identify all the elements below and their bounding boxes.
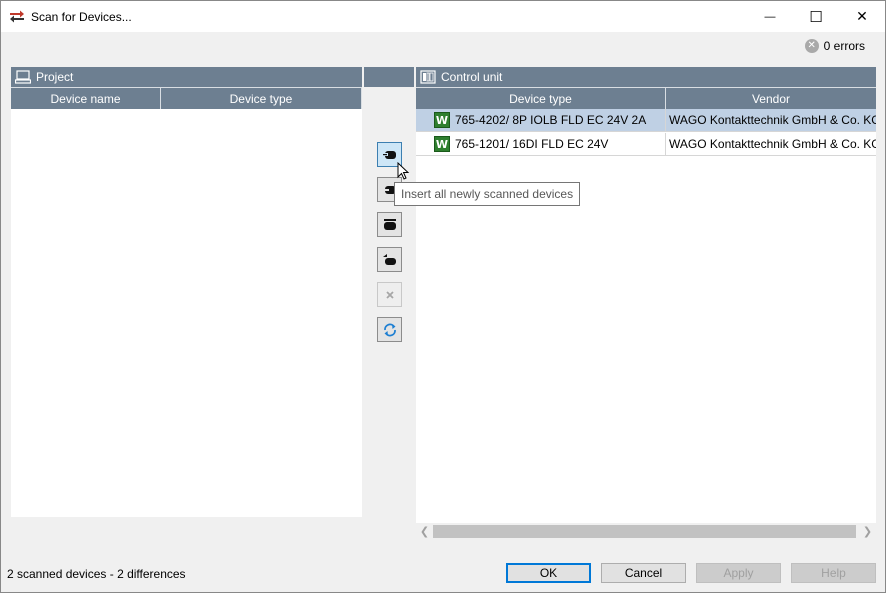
replace-icon [382,253,396,265]
control-unit-panel-title: Control unit [441,70,503,84]
column-header-label: Device name [50,91,121,106]
scroll-right-icon[interactable]: ❯ [859,523,876,540]
replace-button[interactable] [377,247,402,272]
control-unit-panel-header: Control unit [416,67,876,87]
table-row[interactable]: W 765-4202/ 8P IOLB FLD EC 24V 2A WAGO K… [416,109,876,132]
column-header-label: Device type [229,91,293,106]
refresh-button[interactable] [377,317,402,342]
horizontal-scrollbar[interactable]: ❮ ❯ [416,523,876,540]
column-header-label: Vendor [751,91,791,106]
device-type-cell: W 765-4202/ 8P IOLB FLD EC 24V 2A [416,109,666,131]
device-type-cell: W 765-1201/ 16DI FLD EC 24V [416,133,666,155]
project-panel-header: Project [11,67,362,87]
vendor-text: WAGO Kontakttechnik GmbH & Co. KG [669,137,876,151]
delete-icon [385,290,394,299]
column-header-device-name[interactable]: Device name [11,87,161,109]
close-button[interactable]: ✕ [839,1,885,32]
device-type-text: 765-1201/ 16DI FLD EC 24V [455,137,609,151]
project-panel-title: Project [36,70,74,84]
column-header-vendor[interactable]: Vendor [666,87,876,109]
status-text: 2 scanned devices - 2 differences [7,567,186,581]
apply-button[interactable]: Apply [696,563,781,583]
cancel-button[interactable]: Cancel [601,563,686,583]
vendor-text: WAGO Kontakttechnik GmbH & Co. KG [669,113,876,127]
mouse-cursor-icon [397,162,410,180]
vendor-cell: WAGO Kontakttechnik GmbH & Co. KG [666,109,876,131]
middle-header-spacer [364,67,414,87]
scan-devices-dialog: Scan for Devices... — ☐ ✕ ✕ 0 errors Pro… [0,0,886,593]
copy-all-button[interactable] [377,212,402,237]
copy-all-icon [383,218,396,230]
window-title: Scan for Devices... [31,10,132,24]
help-label: Help [821,566,846,580]
minimize-button[interactable]: — [747,1,793,32]
column-header-device-type[interactable]: Device type [416,87,666,109]
delete-button[interactable] [377,282,402,307]
scroll-left-icon[interactable]: ❮ [416,523,433,540]
title-bar: Scan for Devices... — ☐ ✕ [1,1,885,32]
wago-icon: W [434,136,450,152]
apply-label: Apply [723,566,754,580]
refresh-icon [383,323,396,336]
vendor-cell: WAGO Kontakttechnik GmbH & Co. KG [666,133,876,155]
column-header-device-type[interactable]: Device type [161,87,362,109]
ok-label: OK [539,566,558,580]
computer-icon [15,70,31,84]
tooltip-text: Insert all newly scanned devices [401,187,574,201]
errors-indicator[interactable]: ✕ 0 errors [804,38,865,54]
maximize-icon: ☐ [809,8,823,26]
maximize-button[interactable]: ☐ [793,1,839,32]
close-icon: ✕ [856,8,868,24]
control-unit-panel: Control unit Device type Vendor W 765-42… [416,67,876,523]
minimize-icon: — [764,10,776,23]
scan-arrows-icon [10,10,24,23]
errors-label: 0 errors [823,39,865,53]
wago-icon: W [434,112,450,128]
insert-all-icon [382,150,396,159]
help-button[interactable]: Help [791,563,876,583]
cancel-label: Cancel [624,566,663,580]
column-header-label: Device type [509,91,572,106]
device-type-text: 765-4202/ 8P IOLB FLD EC 24V 2A [455,113,647,127]
ok-button[interactable]: OK [506,563,591,583]
scrollbar-thumb[interactable] [433,525,856,538]
dialog-body: ✕ 0 errors Project Device name Device ty… [1,32,885,592]
error-circle-icon: ✕ [804,39,819,53]
project-panel: Project Device name Device type [11,67,362,517]
tooltip: Insert all newly scanned devices [394,182,581,206]
table-row[interactable]: W 765-1201/ 16DI FLD EC 24V WAGO Kontakt… [416,133,876,156]
control-unit-icon [420,70,436,84]
